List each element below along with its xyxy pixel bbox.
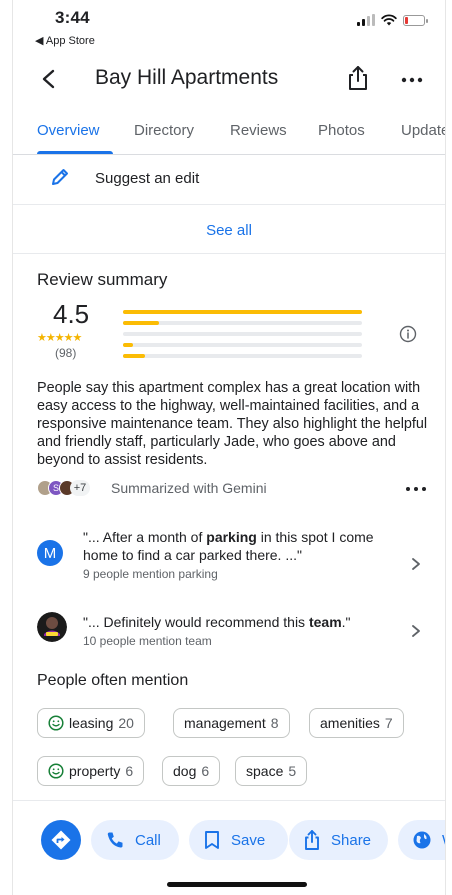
status-time: 3:44 (55, 8, 90, 27)
avatar: M (37, 540, 63, 566)
chip-count: 8 (270, 715, 279, 731)
battery-icon (403, 14, 428, 26)
website-button[interactable]: W (398, 820, 445, 860)
share-icon[interactable] (345, 64, 371, 92)
rating-bar-fill (123, 354, 145, 358)
rating-bar-2-star (123, 343, 362, 347)
chip-count: 5 (288, 763, 297, 779)
tab-bar: Overview Directory Reviews Photos Update (13, 108, 445, 154)
rating-bar-4-star (123, 321, 362, 325)
review-summary-text: People say this apartment complex has a … (37, 380, 428, 468)
avatar (37, 612, 67, 642)
battery-level (405, 16, 408, 24)
share-label: Share (331, 831, 372, 849)
quote-text: "... After a month of (83, 529, 207, 545)
save-button[interactable]: Save (189, 820, 288, 860)
share-button[interactable]: Share (289, 820, 388, 860)
more-horizontal-icon[interactable] (399, 76, 427, 84)
quote-text: "... Definitely would recommend this (83, 614, 309, 630)
tab-directory[interactable]: Directory (134, 122, 194, 139)
star-rating: ★★★★★ (37, 332, 82, 344)
chevron-right-icon[interactable] (411, 624, 421, 638)
review-quote[interactable]: "... Definitely would recommend this tea… (83, 613, 393, 631)
tab-photos[interactable]: Photos (318, 122, 365, 139)
home-indicator[interactable] (167, 882, 307, 887)
wifi-icon (381, 14, 397, 26)
chip-count: 6 (201, 763, 210, 779)
rating-bar-fill (123, 343, 133, 347)
divider (13, 154, 445, 155)
tab-updates[interactable]: Update (401, 122, 445, 139)
suggest-edit-button[interactable]: Suggest an edit (95, 170, 199, 187)
quote-keyword: parking (206, 529, 257, 545)
app-frame: 3:44 ◀ App Store Bay Hill Apartments Ove… (12, 0, 446, 895)
chip-count: 7 (384, 715, 393, 731)
tab-overview[interactable]: Overview (37, 122, 100, 139)
review-count[interactable]: (98) (55, 346, 76, 360)
topic-chip-leasing[interactable]: leasing 20 (37, 708, 145, 738)
status-icons (357, 14, 428, 26)
cellular-signal-icon (357, 14, 375, 26)
info-icon[interactable] (399, 325, 417, 343)
call-label: Call (135, 831, 161, 849)
rating-bar-fill (123, 321, 159, 325)
chip-label: leasing (69, 715, 114, 731)
chip-label: amenities (320, 715, 380, 731)
divider (13, 800, 445, 801)
chip-count: 6 (125, 763, 134, 779)
avatar-photo-icon (37, 612, 67, 642)
chip-label: management (184, 715, 266, 731)
more-horizontal-icon[interactable] (405, 486, 427, 492)
topic-chip-property[interactable]: property 6 (37, 756, 145, 786)
website-label: W (442, 832, 445, 849)
people-often-mention-title: People often mention (37, 672, 189, 689)
quote-text: ." (341, 614, 351, 630)
rating-bar-3-star (123, 332, 362, 336)
reviewer-avatar: +7 (70, 480, 90, 496)
directions-icon (51, 830, 71, 850)
mention-count: 10 people mention team (83, 634, 212, 648)
see-all-link[interactable]: See all (13, 222, 445, 239)
divider (13, 204, 445, 205)
back-arrow-icon[interactable] (35, 64, 63, 94)
topic-chip-space[interactable]: space 5 (235, 756, 308, 786)
pencil-icon (52, 169, 68, 185)
rating-bar-1-star (123, 354, 362, 358)
chip-label: property (69, 763, 121, 779)
gemini-summary-label: Summarized with Gemini (111, 480, 267, 496)
chip-label: dog (173, 763, 197, 779)
save-label: Save (231, 831, 266, 849)
place-title: Bay Hill Apartments (95, 66, 279, 89)
call-button[interactable]: Call (91, 820, 179, 860)
mention-count: 9 people mention parking (83, 567, 218, 581)
review-summary-title: Review summary (37, 270, 168, 289)
smile-icon (48, 715, 64, 731)
topic-chip-management[interactable]: management 8 (173, 708, 290, 738)
tab-reviews[interactable]: Reviews (230, 122, 287, 139)
chip-count: 20 (118, 715, 134, 731)
bookmark-icon (205, 831, 219, 849)
globe-icon (413, 831, 431, 849)
quote-keyword: team (308, 614, 342, 630)
rating-bar-fill (123, 310, 362, 314)
rating-bar-5-star (123, 310, 362, 314)
divider (13, 253, 445, 254)
chip-label: space (246, 763, 284, 779)
average-rating: 4.5 (53, 299, 90, 329)
directions-button[interactable] (41, 820, 81, 860)
reviewer-avatars: S +7 (37, 480, 109, 496)
chevron-right-icon[interactable] (411, 557, 421, 571)
review-quote[interactable]: "... After a month of parking in this sp… (83, 528, 383, 564)
back-to-app-store-link[interactable]: ◀ App Store (35, 34, 95, 47)
topic-chip-dog[interactable]: dog 6 (162, 756, 221, 786)
share-icon (305, 830, 319, 850)
smile-icon (48, 763, 64, 779)
topic-chip-amenities[interactable]: amenities 7 (309, 708, 404, 738)
phone-icon (107, 832, 123, 848)
